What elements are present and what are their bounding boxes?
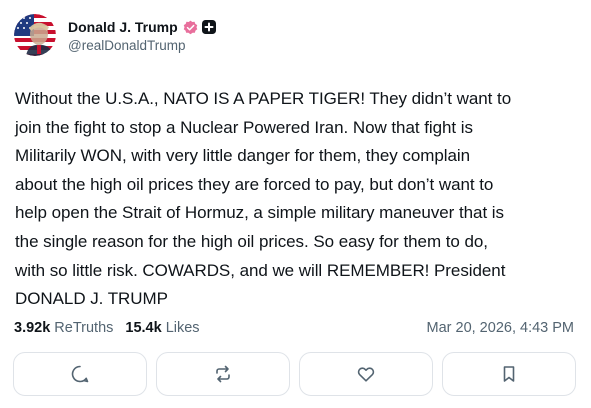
display-name[interactable]: Donald J. Trump bbox=[68, 19, 178, 35]
verified-badge-icon bbox=[183, 20, 197, 34]
truth-post: Donald J. Trump @realDonaldTrump Without… bbox=[0, 0, 591, 408]
avatar[interactable] bbox=[14, 14, 56, 56]
author-handle[interactable]: @realDonaldTrump bbox=[68, 38, 216, 53]
plus-badge-icon bbox=[201, 20, 216, 34]
retruth-button[interactable] bbox=[156, 352, 290, 396]
flag-portrait-avatar bbox=[14, 14, 56, 56]
post-header: Donald J. Trump @realDonaldTrump bbox=[14, 14, 216, 56]
reply-button[interactable] bbox=[13, 352, 147, 396]
name-row: Donald J. Trump bbox=[68, 17, 216, 37]
likes-label[interactable]: Likes bbox=[166, 320, 200, 336]
bookmark-button[interactable] bbox=[442, 352, 576, 396]
reply-icon bbox=[71, 365, 89, 383]
post-text: Without the U.S.A., NATO IS A PAPER TIGE… bbox=[15, 89, 512, 309]
like-button[interactable] bbox=[299, 352, 433, 396]
retruth-icon bbox=[216, 365, 230, 383]
retruths-count[interactable]: 3.92k bbox=[14, 320, 50, 336]
post-actions bbox=[13, 352, 576, 398]
retruths-label[interactable]: ReTruths bbox=[54, 320, 113, 336]
bookmark-icon bbox=[503, 366, 515, 382]
post-timestamp[interactable]: Mar 20, 2026, 4:43 PM bbox=[427, 320, 575, 336]
post-stats: 3.92k ReTruths 15.4k Likes Mar 20, 2026,… bbox=[14, 318, 574, 338]
likes-count[interactable]: 15.4k bbox=[125, 320, 161, 336]
like-icon bbox=[357, 367, 375, 382]
author-names: Donald J. Trump @realDonaldTrump bbox=[68, 17, 216, 53]
